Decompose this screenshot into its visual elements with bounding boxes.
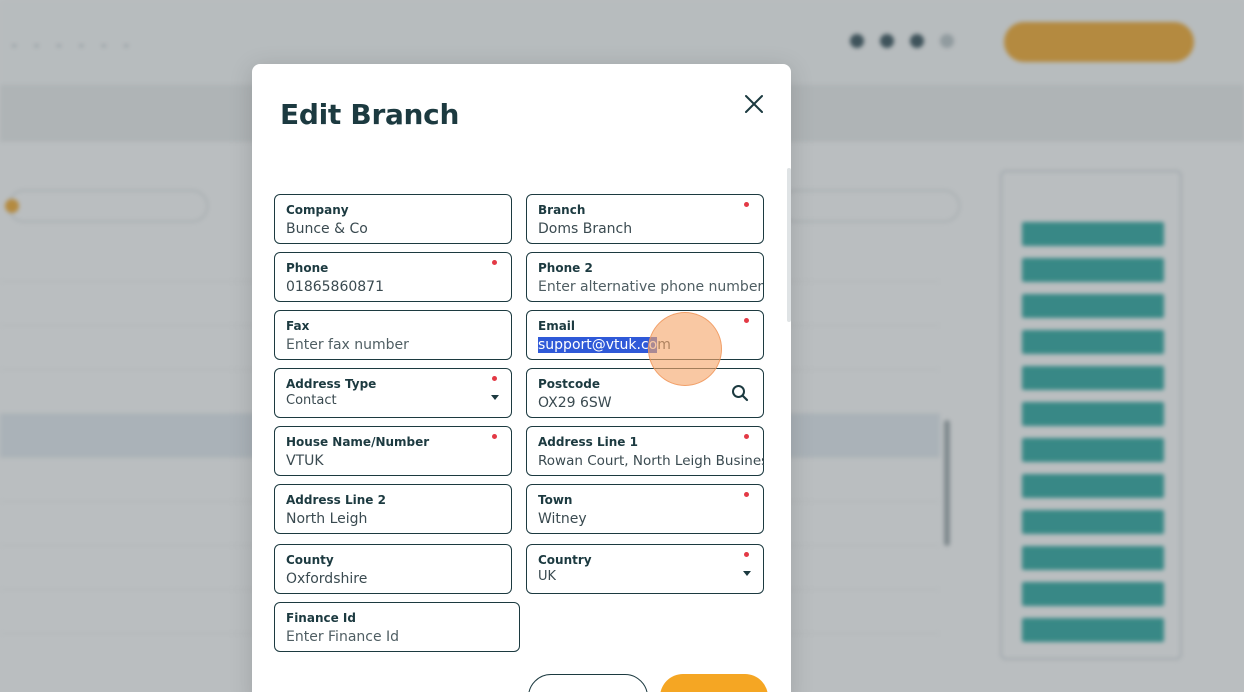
- phone-input[interactable]: 01865860871: [286, 279, 384, 295]
- county-field[interactable]: County Oxfordshire: [274, 544, 512, 594]
- fax-input[interactable]: Enter fax number: [286, 337, 409, 353]
- required-dot-icon: [744, 202, 749, 207]
- postcode-input[interactable]: OX29 6SW: [538, 395, 612, 411]
- cancel-button[interactable]: [528, 674, 648, 692]
- phone2-field[interactable]: Phone 2 Enter alternative phone number: [526, 252, 764, 302]
- required-dot-icon: [744, 318, 749, 323]
- company-field[interactable]: Company Bunce & Co: [274, 194, 512, 244]
- address-line1-input[interactable]: Rowan Court, North Leigh Business: [538, 453, 764, 469]
- branch-field[interactable]: Branch Doms Branch: [526, 194, 764, 244]
- address-line2-field[interactable]: Address Line 2 North Leigh: [274, 484, 512, 534]
- branch-input[interactable]: Doms Branch: [538, 221, 632, 237]
- field-label: Country: [538, 553, 592, 567]
- house-field[interactable]: House Name/Number VTUK: [274, 426, 512, 476]
- dropdown-caret-icon: [491, 395, 499, 400]
- modal-title: Edit Branch: [280, 98, 460, 131]
- email-unselected-text: m: [657, 337, 671, 353]
- field-label: Phone: [286, 261, 329, 275]
- required-dot-icon: [744, 492, 749, 497]
- field-label: Postcode: [538, 377, 601, 391]
- required-dot-icon: [744, 434, 749, 439]
- country-select[interactable]: Country UK: [526, 544, 764, 594]
- search-icon[interactable]: [731, 384, 749, 402]
- address-line2-input[interactable]: North Leigh: [286, 511, 367, 527]
- required-dot-icon: [492, 434, 497, 439]
- field-label: Branch: [538, 203, 586, 217]
- required-dot-icon: [492, 376, 497, 381]
- field-label: Phone 2: [538, 261, 593, 275]
- field-label: Address Type: [286, 377, 377, 391]
- close-icon: [745, 95, 763, 113]
- address-type-value: Contact: [286, 393, 337, 408]
- phone-field[interactable]: Phone 01865860871: [274, 252, 512, 302]
- fax-field[interactable]: Fax Enter fax number: [274, 310, 512, 360]
- house-input[interactable]: VTUK: [286, 453, 324, 469]
- field-label: Finance Id: [286, 611, 356, 625]
- field-label: Address Line 2: [286, 493, 386, 507]
- save-button[interactable]: [660, 674, 768, 692]
- town-input[interactable]: Witney: [538, 511, 587, 527]
- field-label: County: [286, 553, 334, 567]
- field-label: Company: [286, 203, 349, 217]
- required-dot-icon: [744, 552, 749, 557]
- dropdown-caret-icon: [743, 571, 751, 576]
- field-label: Email: [538, 319, 576, 333]
- close-button[interactable]: [740, 90, 768, 118]
- email-selected-text: support@vtuk.co: [538, 337, 658, 353]
- email-field[interactable]: Email support@vtuk.com: [526, 310, 764, 360]
- app-root: Edit Branch Company Bunce & Co Branch Do…: [0, 0, 1244, 692]
- phone2-input[interactable]: Enter alternative phone number: [538, 279, 763, 295]
- field-label: Address Line 1: [538, 435, 638, 449]
- modal-scrollbar[interactable]: [787, 168, 791, 322]
- edit-branch-modal: Edit Branch Company Bunce & Co Branch Do…: [252, 64, 791, 692]
- postcode-field[interactable]: Postcode OX29 6SW: [526, 368, 764, 418]
- field-label: House Name/Number: [286, 435, 430, 449]
- finance-id-input[interactable]: Enter Finance Id: [286, 629, 399, 645]
- field-label: Fax: [286, 319, 310, 333]
- town-field[interactable]: Town Witney: [526, 484, 764, 534]
- email-input[interactable]: support@vtuk.com: [538, 337, 671, 353]
- address-type-select[interactable]: Address Type Contact: [274, 368, 512, 418]
- finance-id-field[interactable]: Finance Id Enter Finance Id: [274, 602, 520, 652]
- field-label: Town: [538, 493, 573, 507]
- county-input[interactable]: Oxfordshire: [286, 571, 367, 587]
- address-line1-field[interactable]: Address Line 1 Rowan Court, North Leigh …: [526, 426, 764, 476]
- required-dot-icon: [492, 260, 497, 265]
- country-value: UK: [538, 569, 557, 584]
- company-input[interactable]: Bunce & Co: [286, 221, 368, 237]
